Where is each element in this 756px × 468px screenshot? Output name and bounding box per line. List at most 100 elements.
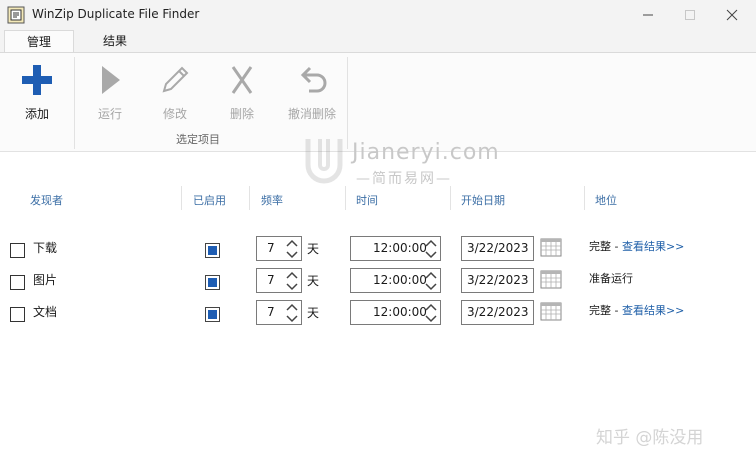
frequency-stepper[interactable]: 7 xyxy=(256,300,302,325)
minimize-button[interactable] xyxy=(626,0,670,30)
frequency-unit: 天 xyxy=(307,242,320,256)
watermark-logo-icon xyxy=(305,139,343,184)
date-field[interactable]: 3/22/2023 xyxy=(461,268,534,293)
delete-button[interactable]: 删除 xyxy=(212,63,272,133)
spin-arrows-icon[interactable] xyxy=(424,238,438,260)
frequency-value: 7 xyxy=(267,305,275,319)
ribbon-group-label: 选定项目 xyxy=(176,133,220,146)
table-row[interactable]: 下载 7 天 12:00:00 3/22/2023 完整 - 查看结果>> xyxy=(0,236,756,264)
ribbon: 添加 运行 修改 删除 撤消删除 选定项目 xyxy=(0,52,756,152)
row-checkbox[interactable] xyxy=(10,243,25,258)
run-button[interactable]: 运行 xyxy=(80,63,140,133)
row-status: 准备运行 xyxy=(589,270,633,286)
edit-label: 修改 xyxy=(162,107,187,121)
row-name: 下载 xyxy=(33,241,58,255)
enabled-check-fill xyxy=(208,278,217,287)
ribbon-separator xyxy=(74,57,75,149)
time-value: 12:00:00 xyxy=(373,273,427,287)
watermark-tagline: —简而易网— xyxy=(356,171,452,187)
frequency-value: 7 xyxy=(267,273,275,287)
row-checkbox[interactable] xyxy=(10,307,25,322)
time-value: 12:00:00 xyxy=(373,241,427,255)
row-name: 文档 xyxy=(33,305,58,319)
header-frequency[interactable]: 频率 xyxy=(261,192,283,208)
time-picker[interactable]: 12:00:00 xyxy=(350,236,441,261)
close-button[interactable] xyxy=(710,0,754,30)
run-label: 运行 xyxy=(97,107,122,121)
spin-arrows-icon[interactable] xyxy=(285,238,299,260)
status-separator: - xyxy=(611,240,622,253)
tab-strip: 管理 结果 xyxy=(0,30,756,52)
header-finder[interactable]: 发现者 xyxy=(30,192,63,208)
spin-arrows-icon[interactable] xyxy=(424,270,438,292)
enabled-checkbox[interactable] xyxy=(205,275,220,290)
view-results-link[interactable]: 查看结果>> xyxy=(622,304,684,317)
calendar-icon[interactable] xyxy=(540,237,562,257)
row-checkbox[interactable] xyxy=(10,275,25,290)
status-text: 完整 xyxy=(589,304,611,317)
column-separator xyxy=(345,186,346,210)
frequency-stepper[interactable]: 7 xyxy=(256,236,302,261)
title-bar: WinZip Duplicate File Finder xyxy=(0,0,756,30)
time-value: 12:00:00 xyxy=(373,305,427,319)
maximize-button[interactable] xyxy=(668,0,712,30)
status-separator: - xyxy=(611,304,622,317)
tab-manage[interactable]: 管理 xyxy=(4,30,74,52)
undo-icon xyxy=(300,66,327,93)
undo-delete-label: 撤消删除 xyxy=(287,107,336,121)
enabled-check-fill xyxy=(208,310,217,319)
undo-delete-button[interactable]: 撤消删除 xyxy=(281,63,343,133)
add-label: 添加 xyxy=(24,107,49,121)
status-text: 准备运行 xyxy=(589,272,633,285)
tab-results[interactable]: 结果 xyxy=(80,30,150,52)
column-separator xyxy=(249,186,250,210)
column-separator xyxy=(584,186,585,210)
frequency-unit: 天 xyxy=(307,274,320,288)
calendar-icon[interactable] xyxy=(540,269,562,289)
enabled-check-fill xyxy=(208,246,217,255)
plus-icon xyxy=(22,65,52,95)
enabled-checkbox[interactable] xyxy=(205,307,220,322)
header-start-date[interactable]: 开始日期 xyxy=(461,192,505,208)
maximize-icon xyxy=(685,10,695,20)
spin-arrows-icon[interactable] xyxy=(285,302,299,324)
date-value: 3/22/2023 xyxy=(467,305,529,319)
delete-x-icon xyxy=(231,66,253,94)
date-field[interactable]: 3/22/2023 xyxy=(461,236,534,261)
header-time[interactable]: 时间 xyxy=(356,192,378,208)
watermark-site: Jianeryi.com xyxy=(352,140,500,165)
date-value: 3/22/2023 xyxy=(467,273,529,287)
row-status: 完整 - 查看结果>> xyxy=(589,302,684,318)
row-status: 完整 - 查看结果>> xyxy=(589,238,684,254)
table-row[interactable]: 文档 7 天 12:00:00 3/22/2023 完整 - 查看结果>> xyxy=(0,300,756,328)
watermark-credit: 知乎 @陈没用 xyxy=(596,428,704,448)
winzip-app-icon xyxy=(7,6,25,24)
add-button[interactable]: 添加 xyxy=(7,63,67,133)
enabled-checkbox[interactable] xyxy=(205,243,220,258)
column-separator xyxy=(450,186,451,210)
header-location[interactable]: 地位 xyxy=(595,192,617,208)
column-separator xyxy=(181,186,182,210)
header-enabled[interactable]: 已启用 xyxy=(193,192,226,208)
minimize-icon xyxy=(643,14,653,16)
close-icon xyxy=(726,9,738,21)
view-results-link[interactable]: 查看结果>> xyxy=(622,240,684,253)
spin-arrows-icon[interactable] xyxy=(424,302,438,324)
edit-button[interactable]: 修改 xyxy=(145,63,205,133)
row-name: 图片 xyxy=(33,273,58,287)
delete-label: 删除 xyxy=(229,107,254,121)
frequency-unit: 天 xyxy=(307,306,320,320)
pencil-icon xyxy=(162,66,189,93)
calendar-icon[interactable] xyxy=(540,301,562,321)
status-text: 完整 xyxy=(589,240,611,253)
frequency-stepper[interactable]: 7 xyxy=(256,268,302,293)
table-row[interactable]: 图片 7 天 12:00:00 3/22/2023 准备运行 xyxy=(0,268,756,296)
spin-arrows-icon[interactable] xyxy=(285,270,299,292)
window-title: WinZip Duplicate File Finder xyxy=(32,7,200,21)
time-picker[interactable]: 12:00:00 xyxy=(350,268,441,293)
time-picker[interactable]: 12:00:00 xyxy=(350,300,441,325)
frequency-value: 7 xyxy=(267,241,275,255)
date-field[interactable]: 3/22/2023 xyxy=(461,300,534,325)
play-icon xyxy=(102,66,120,94)
date-value: 3/22/2023 xyxy=(467,241,529,255)
